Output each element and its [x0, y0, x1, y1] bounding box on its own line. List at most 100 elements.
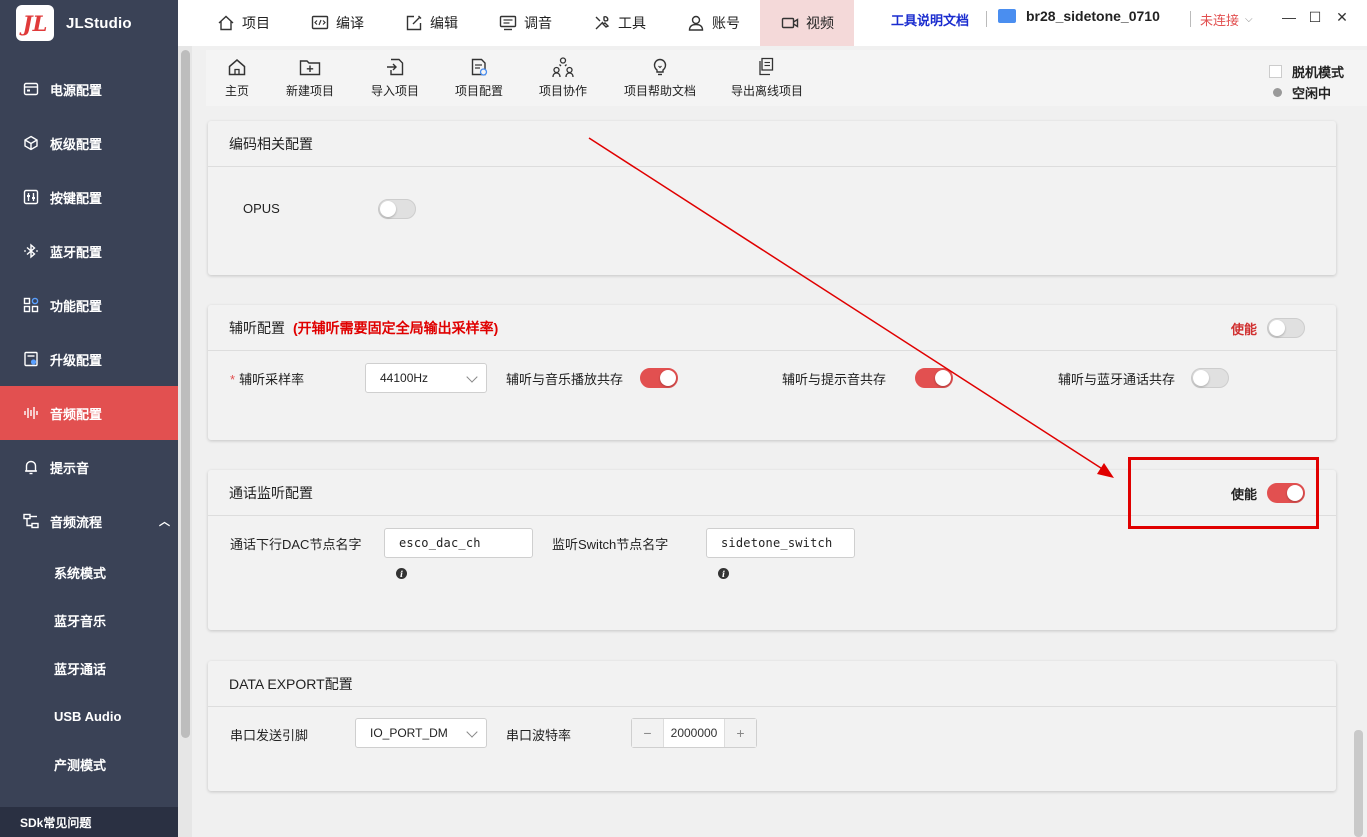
tab-account[interactable]: 账号	[666, 0, 760, 46]
toolbar-export-offline-button[interactable]: 导出离线项目	[731, 56, 803, 99]
checkbox[interactable]	[1269, 65, 1282, 78]
toolbar-help-doc-button[interactable]: 项目帮助文档	[624, 56, 696, 99]
panel-title: 编码相关配置	[229, 135, 313, 152]
tuning-icon	[498, 13, 518, 33]
toolbar-import-project-button[interactable]: 导入项目	[371, 56, 419, 99]
sample-rate-label: * 辅听采样率	[230, 369, 304, 388]
baud-rate-value[interactable]: 2000000	[663, 719, 725, 747]
tx-pin-select[interactable]: IO_PORT_DM	[355, 718, 487, 748]
sidebar-subitem-system-mode[interactable]: 系统模式	[0, 548, 178, 596]
export-icon	[756, 56, 778, 78]
sidebar-subitem-usb-audio[interactable]: USB Audio	[0, 692, 178, 740]
toolbar-button-label: 导出离线项目	[731, 84, 804, 98]
baud-rate-stepper[interactable]: − 2000000 +	[631, 718, 757, 748]
sidebar-subitem-factory-test[interactable]: 产测模式	[0, 740, 178, 788]
increment-button[interactable]: +	[725, 719, 756, 747]
sidebar-item-audio[interactable]: 音频配置	[0, 386, 178, 440]
music-coexist-toggle[interactable]	[640, 368, 678, 388]
opus-toggle[interactable]	[378, 199, 416, 219]
tab-label: 调音	[524, 15, 552, 31]
select-value: 44100Hz	[380, 371, 429, 385]
user-icon	[686, 13, 706, 33]
panel-header: DATA EXPORT配置	[208, 661, 1336, 707]
sidebar-item-upgrade[interactable]: 升级配置	[0, 332, 178, 386]
music-coexist-label: 辅听与音乐播放共存	[506, 372, 624, 387]
dac-node-input[interactable]: esco_dac_ch	[384, 528, 533, 558]
tab-edit[interactable]: 编辑	[384, 0, 478, 46]
bluetooth-icon	[22, 242, 40, 260]
sidebar-subitem-bt-music[interactable]: 蓝牙音乐	[0, 596, 178, 644]
home-icon	[226, 56, 248, 78]
sidebar-subitem-bt-call[interactable]: 蓝牙通话	[0, 644, 178, 692]
tone-coexist-toggle[interactable]	[915, 368, 953, 388]
offline-mode-checkbox[interactable]: 脱机模式	[1269, 62, 1344, 81]
sample-rate-label-text: 辅听采样率	[239, 372, 305, 387]
panel-warning: (开辅听需要固定全局输出采样率)	[293, 319, 499, 336]
tab-project[interactable]: 项目	[196, 0, 290, 46]
sidebar-item-label: 提示音	[50, 460, 90, 476]
toolbar-button-label: 新建项目	[286, 84, 335, 98]
toolbar-collaboration-button[interactable]: 项目协作	[539, 56, 587, 99]
tool-doc-link[interactable]: 工具说明文档	[891, 10, 969, 29]
dac-node-label: 通话下行DAC节点名字	[230, 537, 362, 552]
sidebar-item-label: 升级配置	[50, 352, 103, 368]
sidebar-nav: 电源配置 板级配置 按键配置 蓝牙配置 功能配置 升级配置 音频配置 提示音 音…	[0, 62, 178, 788]
sidebar-item-power[interactable]: 电源配置	[0, 62, 178, 116]
tab-label: 视频	[806, 15, 834, 31]
sidebar-item-label: 音频配置	[50, 406, 103, 422]
sidebar-item-board[interactable]: 板级配置	[0, 116, 178, 170]
switch-node-input[interactable]: sidetone_switch	[706, 528, 855, 558]
toolbar-button-label: 项目配置	[455, 84, 504, 98]
code-icon	[310, 13, 330, 33]
toggle-knob	[1193, 370, 1209, 386]
aux-listen-config-panel: 辅听配置 (开辅听需要固定全局输出采样率) 使能 * 辅听采样率 44100Hz …	[208, 305, 1336, 440]
sidebar-item-label: 音频流程	[50, 514, 103, 530]
input-value: sidetone_switch	[721, 536, 833, 550]
toolbar-project-config-button[interactable]: 项目配置	[455, 56, 503, 99]
logo-area: JL JLStudio	[0, 0, 178, 46]
chevron-up-icon[interactable]: ︿	[159, 513, 170, 529]
sidebar-scrollbar[interactable]	[178, 46, 192, 837]
offline-mode-label: 脱机模式	[1292, 65, 1345, 80]
maximize-icon[interactable]: ☐	[1306, 8, 1324, 26]
minimize-icon[interactable]: —	[1280, 8, 1298, 26]
close-icon[interactable]: ✕	[1333, 8, 1351, 26]
chevron-down-icon	[466, 371, 478, 383]
input-value: esco_dac_ch	[399, 536, 481, 550]
toolbar-new-project-button[interactable]: 新建项目	[286, 56, 334, 99]
status-text: 空闲中	[1292, 86, 1332, 101]
folder-icon	[998, 9, 1016, 23]
decrement-button[interactable]: −	[632, 719, 663, 747]
sidebar-item-label: 板级配置	[50, 136, 103, 152]
edit-icon	[404, 13, 424, 33]
tab-compile[interactable]: 编译	[290, 0, 384, 46]
sdk-faq-link[interactable]: SDk常见问题	[0, 807, 178, 837]
baud-rate-label: 串口波特率	[506, 728, 572, 743]
panel-title: 通话监听配置	[229, 484, 313, 501]
sample-rate-select[interactable]: 44100Hz	[365, 363, 487, 393]
aux-listen-enable-toggle[interactable]	[1267, 318, 1305, 338]
tab-video[interactable]: 视频	[760, 0, 854, 46]
video-icon	[780, 13, 800, 33]
panel-header: 编码相关配置	[208, 121, 1336, 167]
sidebar-item-prompt-tone[interactable]: 提示音	[0, 440, 178, 494]
switch-node-label: 监听Switch节点名字	[552, 537, 669, 552]
info-icon[interactable]: i	[396, 568, 407, 579]
sidebar-item-audio-flow[interactable]: 音频流程 ︿	[0, 494, 178, 548]
toolbar-home-button[interactable]: 主页	[225, 56, 249, 99]
connection-dropdown[interactable]: 未连接 ⌵	[1200, 10, 1253, 29]
sidebar-item-bluetooth[interactable]: 蓝牙配置	[0, 224, 178, 278]
info-icon[interactable]: i	[718, 568, 729, 579]
bt-call-coexist-toggle[interactable]	[1191, 368, 1229, 388]
main-scrollbar[interactable]	[1354, 730, 1363, 837]
codec-config-panel: 编码相关配置 OPUS	[208, 121, 1336, 275]
scrollbar-thumb[interactable]	[181, 50, 190, 738]
tab-tools[interactable]: 工具	[572, 0, 666, 46]
tab-label: 工具	[618, 15, 646, 31]
tab-tuning[interactable]: 调音	[478, 0, 572, 46]
enable-label: 使能	[1230, 321, 1257, 337]
project-config-icon	[468, 56, 490, 78]
sidebar-item-function[interactable]: 功能配置	[0, 278, 178, 332]
key-config-icon	[22, 188, 40, 206]
sidebar-item-keys[interactable]: 按键配置	[0, 170, 178, 224]
